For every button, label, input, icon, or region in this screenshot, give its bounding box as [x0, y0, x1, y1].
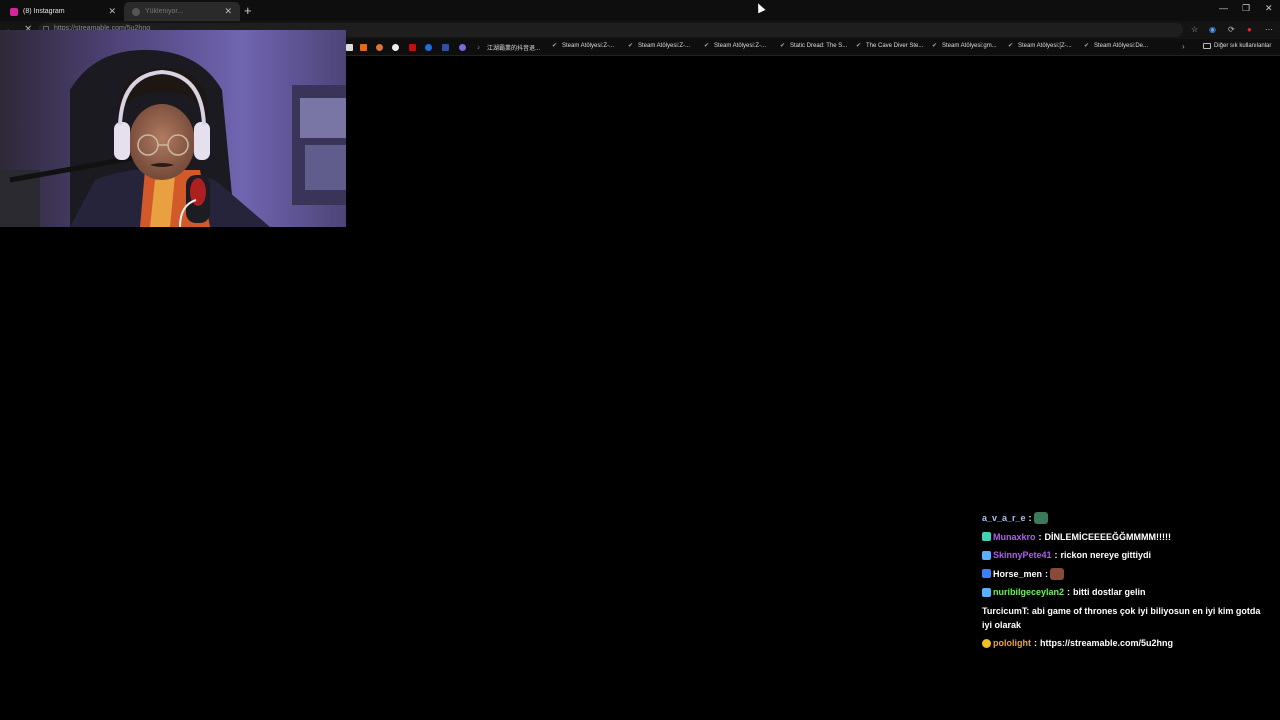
chat-username: SkinnyPete41: [993, 550, 1052, 560]
bookmark-icon[interactable]: [346, 44, 353, 51]
chat-message: SkinnyPete41 : rickon nereye gittiydi: [982, 548, 1272, 562]
bookmark-item[interactable]: ✔ Steam Atölyesi:gm...: [932, 43, 997, 49]
chat-colon: :: [1028, 513, 1032, 523]
chat-username: pololight: [993, 638, 1031, 648]
badge-icon: [982, 638, 991, 648]
chat-colon: :: [1034, 638, 1037, 648]
chat-message: TurcicumT: abi game of thrones çok iyi b…: [982, 604, 1272, 632]
folder-icon: [1203, 43, 1211, 49]
bookmark-item[interactable]: ✔ Steam Atölyesi:Z-...: [628, 43, 690, 49]
chat-text: bitti dostlar gelin: [1073, 587, 1146, 597]
close-window-button[interactable]: ✕: [1265, 3, 1273, 14]
loading-icon: [132, 7, 140, 16]
badge-icon: [982, 550, 991, 560]
chevron-right-icon[interactable]: ›: [1182, 42, 1185, 51]
chat-colon: :: [1054, 550, 1058, 560]
bookmark-label: The Cave Diver Ste...: [866, 43, 924, 49]
steam-icon: ✔: [780, 43, 786, 49]
bookmark-label: 江湖霸業的抖音退...: [487, 46, 541, 52]
steam-icon: ✔: [704, 43, 710, 49]
chat-message: Horse_men :: [982, 567, 1272, 581]
steam-icon: ✔: [932, 43, 938, 49]
star-icon[interactable]: ☆: [1191, 25, 1198, 34]
restore-button[interactable]: ❐: [1242, 3, 1250, 14]
emote-icon: [1033, 512, 1048, 524]
bookmark-label: Steam Atölyesi:gm...: [942, 43, 997, 49]
bookmark-item[interactable]: ✔ Steam Atölyesi:[Z-...: [1008, 43, 1072, 49]
emote-icon: [1050, 567, 1065, 580]
chat-text: https://streamable.com/5u2hng: [1040, 638, 1174, 648]
chat-colon: :: [1067, 587, 1071, 597]
chat-message: pololight : https://streamable.com/5u2hn…: [982, 636, 1272, 650]
chat-username: nuribilgeceylan2: [993, 587, 1065, 597]
chat-username: TurcicumT: [982, 605, 1027, 616]
tab-title: Yükleniyor...: [145, 8, 184, 15]
steam-icon: ✔: [1008, 43, 1014, 49]
bookmark-icon[interactable]: [376, 44, 383, 51]
close-icon[interactable]: ✕: [224, 6, 232, 17]
bookmark-item[interactable]: ✔ Steam Atölyesi:Z-...: [704, 43, 766, 49]
chat-message: nuribilgeceylan2 : bitti dostlar gelin: [982, 585, 1272, 599]
badge-icon: [982, 569, 991, 578]
chat-colon: :: [1045, 568, 1049, 579]
bookmark-item[interactable]: ✔ Steam Atölyesi:Z-...: [552, 43, 614, 49]
chat-overlay: a_v_a_r_e : Munaxkro : DİNLEMİCEEEEĞĞMMM…: [982, 511, 1272, 655]
bookmark-label: Steam Atölyesi:Z-...: [638, 43, 691, 49]
webcam-overlay: [0, 30, 346, 227]
bookmark-item[interactable]: ✔ Static Dread: The S...: [780, 43, 847, 49]
bookmark-item[interactable]: ♪ 江湖霸業的抖音退...: [477, 43, 541, 53]
read-aloud-icon[interactable]: ◉: [1209, 25, 1216, 34]
badge-icon: [982, 587, 991, 597]
new-tab-button[interactable]: +: [244, 3, 252, 18]
other-bookmarks-folder[interactable]: Diğer sık kullanılanlar: [1203, 43, 1271, 49]
bookmark-icon[interactable]: [360, 44, 367, 51]
other-bookmarks-label: Diğer sık kullanılanlar: [1214, 43, 1272, 49]
steam-icon: ✔: [1084, 43, 1090, 49]
bookmark-icon[interactable]: [392, 44, 399, 51]
profile-avatar[interactable]: ●: [1247, 25, 1252, 34]
bookmark-label: Steam Atölyesi:De...: [1094, 43, 1149, 49]
close-icon[interactable]: ✕: [108, 6, 116, 17]
mouse-cursor-icon: [754, 1, 766, 14]
webcam-video: [0, 30, 346, 227]
bookmark-item[interactable]: ✔ Steam Atölyesi:De...: [1084, 43, 1148, 49]
subscriber-badge-icon: [982, 532, 991, 541]
chat-colon: :: [1038, 531, 1042, 542]
chat-message: a_v_a_r_e :: [982, 511, 1272, 525]
extensions-icon[interactable]: ⟳: [1228, 25, 1235, 34]
tab-title: (8) Instagram: [23, 8, 65, 15]
steam-icon: ✔: [552, 43, 558, 49]
chat-username: Munaxkro: [993, 531, 1036, 542]
bookmark-icon[interactable]: [442, 44, 449, 51]
bookmark-label: Steam Atölyesi:[Z-...: [1018, 43, 1072, 49]
chat-text: rickon nereye gittiydi: [1060, 550, 1152, 560]
tiktok-icon: ♪: [477, 44, 480, 51]
menu-icon[interactable]: ⋯: [1265, 25, 1273, 34]
tab-instagram[interactable]: (8) Instagram ✕: [2, 2, 124, 21]
minimize-button[interactable]: —: [1219, 3, 1228, 13]
instagram-icon: [10, 7, 18, 16]
bookmark-label: Static Dread: The S...: [790, 43, 848, 49]
chat-username: a_v_a_r_e: [982, 513, 1026, 523]
bookmark-icon[interactable]: [459, 44, 466, 51]
bookmark-icon[interactable]: [425, 44, 432, 51]
chat-username: Horse_men: [993, 568, 1043, 579]
steam-icon: ✔: [856, 43, 862, 49]
chat-message: Munaxkro : DİNLEMİCEEEEĞĞMMMM!!!!!: [982, 530, 1272, 544]
tab-strip: (8) Instagram ✕ Yükleniyor... ✕ + — ❐ ✕: [0, 0, 1280, 21]
bookmark-label: Steam Atölyesi:Z-...: [562, 43, 615, 49]
tab-loading[interactable]: Yükleniyor... ✕: [124, 2, 240, 21]
bookmark-label: Steam Atölyesi:Z-...: [714, 43, 767, 49]
youtube-icon[interactable]: [409, 44, 416, 51]
bookmark-item[interactable]: ✔ The Cave Diver Ste...: [856, 43, 923, 49]
steam-icon: ✔: [628, 43, 634, 49]
chat-text: DİNLEMİCEEEEĞĞMMMM!!!!!: [1044, 531, 1171, 542]
